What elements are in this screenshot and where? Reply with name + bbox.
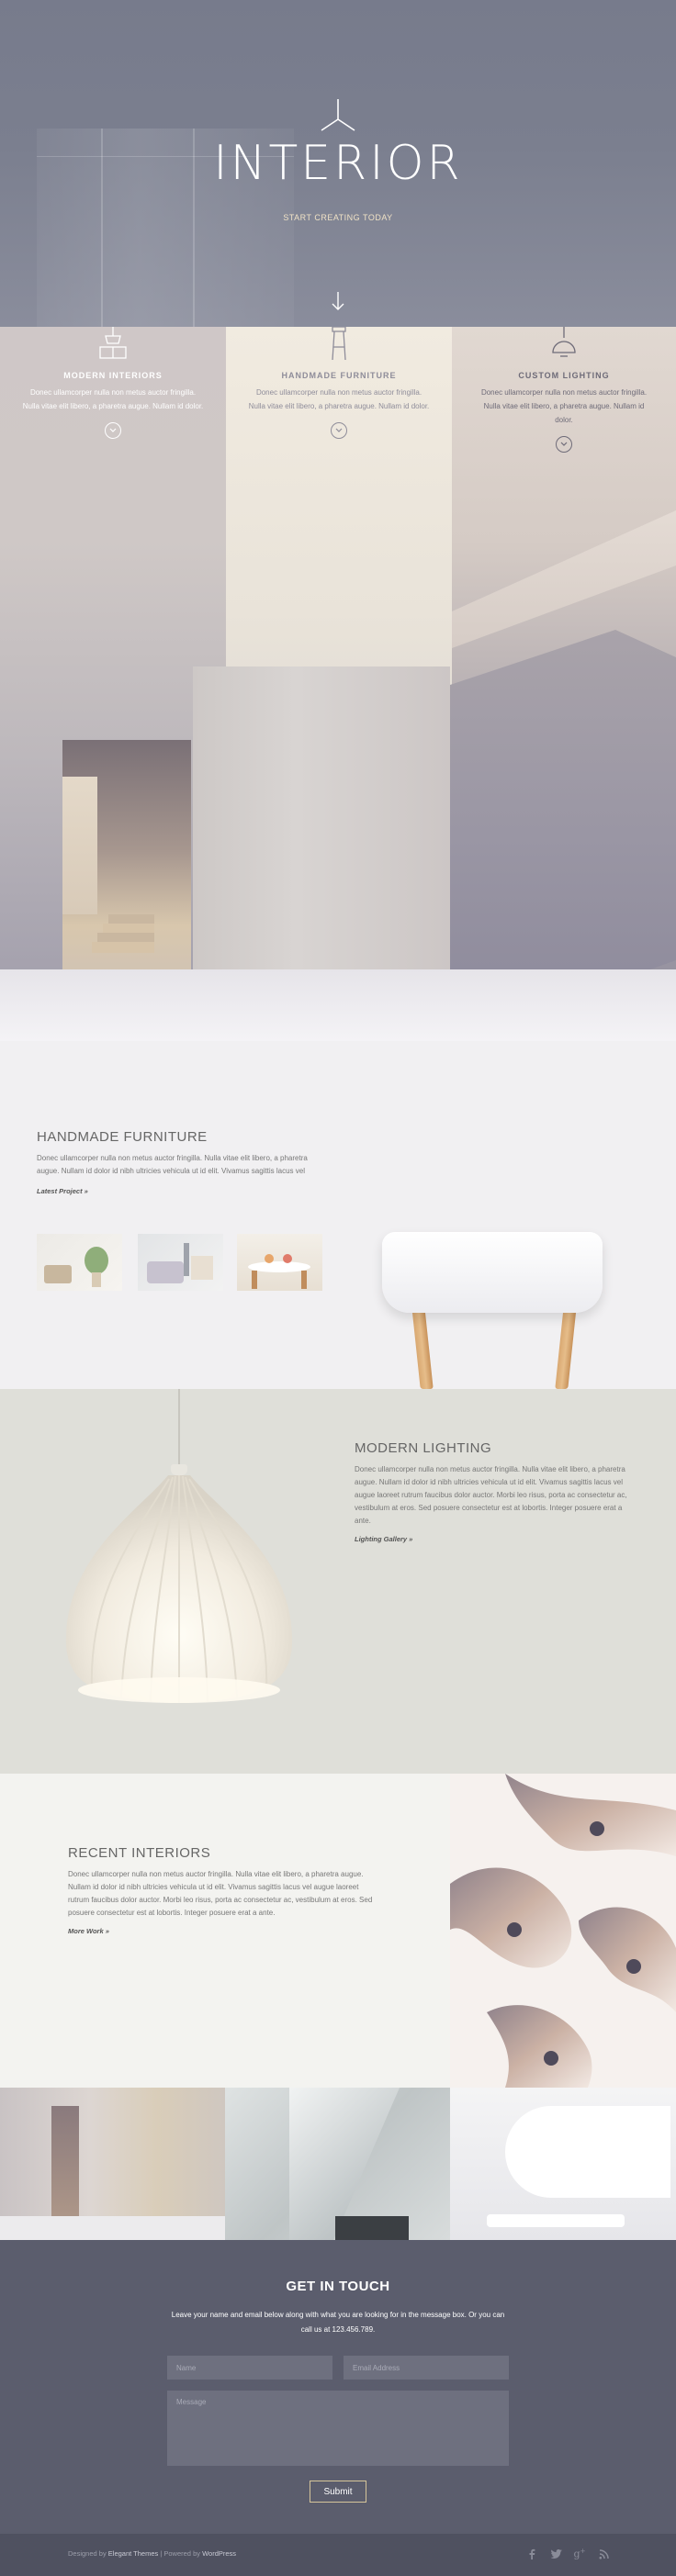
table-lamp-icon <box>99 327 127 359</box>
service-title: HANDMADE FURNITURE <box>281 371 397 380</box>
service-title: MODERN INTERIORS <box>63 371 163 380</box>
gallery-image[interactable] <box>0 2088 225 2240</box>
google-plus-icon[interactable]: g+ <box>571 2546 588 2562</box>
hero-tagline: START CREATING TODAY <box>283 213 393 222</box>
section-title: HANDMADE FURNITURE <box>37 1129 208 1145</box>
elegant-themes-link[interactable]: Elegant Themes <box>108 2549 158 2558</box>
recent-interiors-section: RECENT INTERIORS Donec ullamcorper nulla… <box>0 1774 676 2088</box>
hero-title: INTERIOR <box>213 136 463 191</box>
service-text: Donec ullamcorper nulla non metus auctor… <box>248 388 430 410</box>
chevron-down-icon[interactable] <box>556 436 572 453</box>
project-thumbnail[interactable] <box>138 1234 223 1291</box>
message-field[interactable] <box>167 2391 509 2466</box>
contact-title: GET IN TOUCH <box>286 2279 390 2294</box>
chevron-down-icon[interactable] <box>105 422 121 439</box>
service-custom-lighting: CUSTOM LIGHTING Donec ullamcorper nulla … <box>452 327 676 453</box>
project-thumbnail[interactable] <box>37 1234 122 1291</box>
service-text: Donec ullamcorper nulla non metus auctor… <box>22 388 204 410</box>
service-text: Donec ullamcorper nulla non metus auctor… <box>480 388 648 424</box>
gallery-image[interactable] <box>225 2088 450 2240</box>
pendant-lamp-icon <box>552 327 576 357</box>
wordpress-link[interactable]: WordPress <box>202 2549 236 2558</box>
contact-text: Leave your name and email below along wi… <box>171 2311 505 2334</box>
rss-icon[interactable] <box>595 2546 612 2562</box>
service-handmade-furniture: HANDMADE FURNITURE Donec ullamcorper nul… <box>226 327 452 439</box>
interior-doorway <box>62 740 191 988</box>
email-field[interactable] <box>344 2356 509 2380</box>
stool-icon <box>332 327 346 361</box>
facebook-icon[interactable] <box>524 2546 540 2562</box>
section-title: MODERN LIGHTING <box>355 1440 492 1456</box>
lighting-gallery-link[interactable]: Lighting Gallery » <box>355 1535 412 1543</box>
twitter-icon[interactable] <box>547 2546 564 2562</box>
project-thumbnail[interactable] <box>237 1234 322 1291</box>
more-work-link[interactable]: More Work » <box>68 1927 109 1935</box>
services-section: MODERN INTERIORS Donec ullamcorper nulla… <box>0 327 676 1041</box>
service-modern-interiors: MODERN INTERIORS Donec ullamcorper nulla… <box>0 327 226 439</box>
footer: Designed by Elegant Themes | Powered by … <box>0 2534 676 2576</box>
abstract-swirl-image <box>450 1774 676 2088</box>
gallery-image[interactable] <box>450 2088 676 2240</box>
lighting-section: MODERN LIGHTING Donec ullamcorper nulla … <box>0 1389 676 1774</box>
gallery-strip <box>0 2088 676 2240</box>
name-field[interactable] <box>167 2356 332 2380</box>
hero-section: INTERIOR START CREATING TODAY <box>0 0 676 327</box>
section-title: RECENT INTERIORS <box>68 1845 211 1861</box>
section-text: Donec ullamcorper nulla non metus auctor… <box>355 1465 627 1525</box>
logo-icon <box>321 99 355 131</box>
footer-credits: Designed by Elegant Themes | Powered by … <box>68 2549 237 2558</box>
furniture-section: HANDMADE FURNITURE Donec ullamcorper nul… <box>0 1041 676 1389</box>
chevron-down-icon[interactable] <box>331 422 347 439</box>
section-text: Donec ullamcorper nulla non metus auctor… <box>37 1154 308 1175</box>
submit-button[interactable]: Submit <box>310 2481 366 2503</box>
latest-project-link[interactable]: Latest Project » <box>37 1187 88 1195</box>
service-title: CUSTOM LIGHTING <box>518 371 610 380</box>
scroll-down-arrow-icon[interactable] <box>329 288 347 314</box>
contact-section: GET IN TOUCH Leave your name and email b… <box>0 2240 676 2534</box>
section-text: Donec ullamcorper nulla non metus auctor… <box>68 1870 373 1917</box>
pendant-lamp-image <box>65 1475 293 1703</box>
